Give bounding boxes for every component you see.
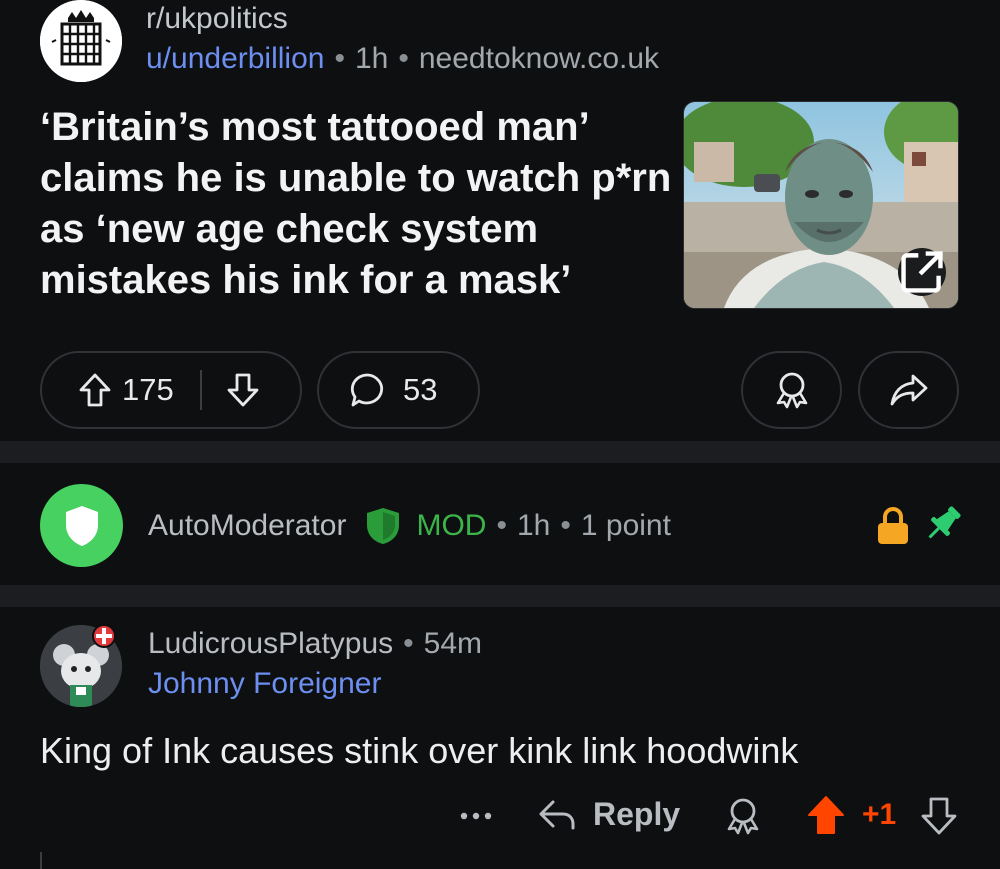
subreddit-name[interactable]: r/ukpolitics <box>146 2 288 36</box>
downvote-icon[interactable] <box>226 372 260 408</box>
automod-avatar[interactable] <box>40 484 123 567</box>
award-icon <box>776 372 807 409</box>
vote-control: 175 <box>40 351 302 429</box>
comment-icon <box>350 373 384 407</box>
upvote-icon[interactable] <box>78 372 112 408</box>
subreddit-avatar[interactable] <box>40 0 122 82</box>
section-divider <box>0 585 1000 607</box>
reply-button[interactable]: Reply <box>537 794 680 834</box>
downvote-icon[interactable] <box>920 796 958 836</box>
separator-dot: • <box>560 509 571 542</box>
share-button[interactable] <box>858 351 959 429</box>
shield-icon <box>65 505 98 546</box>
reply-icon <box>539 800 575 830</box>
post-title[interactable]: ‘Britain’s most tattooed man’ claims he … <box>40 102 680 306</box>
more-icon[interactable] <box>456 796 496 836</box>
separator-dot: • <box>334 42 345 75</box>
separator-dot: • <box>398 42 409 75</box>
external-link-button[interactable] <box>898 248 946 296</box>
automod-points: 1 point <box>580 509 671 542</box>
automod-age: 1h <box>516 509 551 542</box>
award-icon[interactable] <box>724 796 762 836</box>
flair-flag-icon <box>92 624 116 648</box>
mod-shield-icon <box>367 508 400 544</box>
comment-age: 54m <box>423 627 483 660</box>
vote-separator <box>199 370 202 410</box>
comment-count: 53 <box>403 372 438 407</box>
post-thumbnail[interactable] <box>683 101 959 309</box>
upvote-icon[interactable] <box>806 794 846 836</box>
user-flair: Johnny Foreigner <box>148 667 382 700</box>
post-author[interactable]: u/underbillion <box>146 42 324 75</box>
mod-badge: MOD <box>416 509 487 542</box>
share-icon <box>890 374 927 406</box>
post-age: 1h <box>354 42 389 75</box>
comment-body: King of Ink causes stink over kink link … <box>40 730 799 771</box>
comment-meta: LudicrousPlatypus • 54m <box>148 627 482 661</box>
comments-button[interactable]: 53 <box>317 351 480 429</box>
automod-meta: AutoModerator MOD • 1h • 1 point <box>148 506 671 546</box>
comment-author[interactable]: LudicrousPlatypus <box>148 627 393 660</box>
pin-icon <box>928 506 961 539</box>
separator-dot: • <box>496 509 507 542</box>
separator-dot: • <box>403 627 414 660</box>
section-divider <box>0 441 1000 463</box>
reply-label: Reply <box>593 795 681 832</box>
lock-icon <box>878 507 908 544</box>
comment-score: +1 <box>862 798 897 831</box>
post-score: 175 <box>122 372 174 407</box>
post-meta: u/underbillion • 1h • needtoknow.co.uk <box>146 42 659 76</box>
thread-line <box>40 852 42 869</box>
automod-name[interactable]: AutoModerator <box>148 509 346 543</box>
post-domain[interactable]: needtoknow.co.uk <box>419 42 659 75</box>
external-link-icon <box>901 251 943 293</box>
portcullis-icon <box>40 0 122 82</box>
award-button[interactable] <box>741 351 842 429</box>
